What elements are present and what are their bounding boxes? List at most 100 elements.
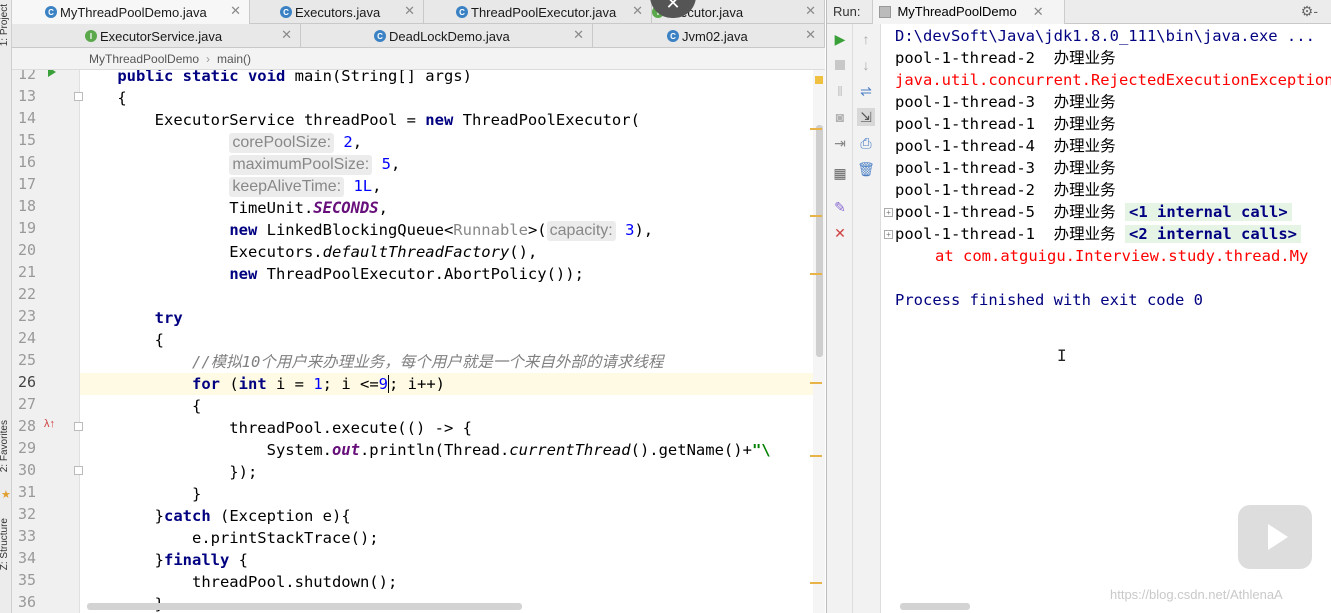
tab-executorservice[interactable]: I ExecutorService.java ✕ — [12, 24, 301, 48]
console-line: pool-1-thread-5 办理业务 <1 internal call> — [895, 201, 1292, 223]
close-icon[interactable]: ✕ — [573, 27, 584, 43]
run-config-name: MyThreadPoolDemo — [897, 4, 1017, 19]
run-header: Run: MyThreadPoolDemo ✕ ⚙- — [827, 0, 1331, 24]
code-line: public static void main(String[] args) — [117, 70, 472, 85]
breadcrumb: MyThreadPoolDemo › main() — [12, 48, 825, 70]
close-icon[interactable]: ✕ — [281, 27, 292, 43]
run-config-tab[interactable]: MyThreadPoolDemo ✕ — [872, 0, 1065, 24]
interface-icon: I — [85, 30, 97, 42]
tab-executors[interactable]: C Executors.java ✕ — [250, 0, 424, 24]
warning-marker[interactable] — [810, 215, 822, 217]
pause-icon[interactable]: ‖ — [831, 82, 849, 100]
editor-vertical-scrollbar[interactable] — [810, 70, 825, 613]
code-comment: //模拟10个用户来办理业务，每个用户就是一个来自外部的请求线程 — [191, 353, 664, 371]
code-line: { — [80, 331, 164, 349]
breadcrumb-method[interactable]: main() — [217, 52, 251, 66]
tab-label: ExecutorService.java — [100, 28, 223, 44]
layout-icon[interactable]: ▦ — [831, 164, 849, 182]
code-line: }finally { — [80, 551, 248, 569]
gear-icon[interactable]: ⚙- — [1301, 3, 1318, 20]
line-number: 18 — [17, 197, 36, 215]
line-number: 19 — [17, 219, 36, 237]
stack-trace-line[interactable]: at com.atguigu.Interview.study.thread.My — [935, 245, 1308, 267]
login-icon[interactable]: ⇥ — [831, 134, 849, 152]
play-icon[interactable] — [1238, 505, 1312, 569]
param-hint: capacity: — [546, 221, 616, 241]
camera-icon[interactable]: ◙ — [831, 108, 849, 126]
close-icon[interactable]: ✕ — [831, 224, 849, 242]
line-number: 22 — [17, 285, 36, 303]
left-tool-strip: 1: Project 2: Favorites ★ Z: Structure — [0, 0, 12, 613]
code-line: } — [80, 485, 202, 503]
close-icon[interactable]: ✕ — [230, 3, 241, 19]
console-horizontal-scrollbar[interactable] — [900, 603, 970, 610]
rerun-icon[interactable]: ▶ — [831, 30, 849, 48]
print-icon[interactable]: ⎙ — [857, 134, 875, 152]
text-cursor-icon: I — [1057, 346, 1067, 365]
breadcrumb-class[interactable]: MyThreadPoolDemo — [89, 52, 199, 66]
warning-marker[interactable] — [810, 582, 822, 584]
pin-icon[interactable]: ✎ — [831, 198, 849, 216]
tab-deadlockdemo[interactable]: C DeadLockDemo.java ✕ — [301, 24, 593, 48]
code-line: threadPool.shutdown(); — [80, 573, 398, 591]
code-line: TimeUnit.SECONDS, — [80, 199, 388, 217]
line-number: 15 — [17, 131, 36, 149]
close-icon[interactable]: ✕ — [1033, 4, 1044, 20]
editor-horizontal-scrollbar[interactable] — [87, 603, 522, 610]
console-line: pool-1-thread-1 办理业务 — [895, 115, 1116, 133]
editor-gutter: 12 13 14 15 16 17 18 19 20 21 22 23 24 2… — [12, 70, 83, 613]
code-line: keepAliveTime: 1L, — [80, 175, 813, 197]
code-line-current: for (int i = 1; i <=9; i++) — [80, 373, 813, 395]
param-hint: keepAliveTime: — [229, 177, 345, 197]
trash-icon[interactable]: 🗑 — [857, 160, 875, 178]
analysis-status-icon — [815, 76, 823, 84]
tab-jvm02[interactable]: C Jvm02.java ✕ — [593, 24, 825, 48]
favorites-star-icon: ★ — [1, 489, 11, 501]
line-number: 17 — [17, 175, 36, 193]
console-line: pool-1-thread-1 办理业务 <2 internal calls> — [895, 223, 1301, 245]
tab-label: Executors.java — [295, 4, 381, 20]
code-area[interactable]: public static void main(String[] args) {… — [80, 70, 813, 613]
scroll-to-end-icon[interactable]: ⇲ — [857, 108, 875, 126]
arrow-down-icon[interactable]: ↓ — [857, 56, 875, 74]
line-number: 29 — [17, 439, 36, 457]
run-toolbar-primary: ▶ ‖ ◙ ⇥ ▦ ✎ ✕ — [827, 24, 853, 613]
close-icon[interactable]: ✕ — [805, 3, 816, 19]
expand-icon[interactable]: + — [884, 230, 893, 239]
soft-wrap-icon[interactable]: ⇌ — [857, 82, 875, 100]
warning-marker[interactable] — [810, 128, 822, 130]
console-error-line[interactable]: java.util.concurrent.RejectedExecutionEx… — [895, 69, 1331, 91]
scrollbar-thumb[interactable] — [816, 125, 823, 357]
chevron-right-icon: › — [206, 51, 211, 66]
tab-threadpoolexecutor[interactable]: C ThreadPoolExecutor.java ✕ — [424, 0, 652, 24]
run-label: Run: — [833, 4, 861, 19]
code-line: { — [80, 397, 202, 415]
expand-icon[interactable]: + — [884, 208, 893, 217]
close-icon[interactable]: ✕ — [404, 3, 415, 19]
line-number: 12 — [17, 70, 36, 83]
close-icon[interactable]: ✕ — [632, 3, 643, 19]
code-line: new LinkedBlockingQueue<Runnable>(capaci… — [229, 221, 654, 241]
code-line: new ThreadPoolExecutor.AbortPolicy()); — [229, 265, 584, 283]
stop-icon[interactable] — [831, 56, 849, 74]
line-number: 30 — [17, 461, 36, 479]
folded-frames[interactable]: <1 internal call> — [1125, 203, 1292, 221]
arrow-up-icon[interactable]: ↑ — [857, 30, 875, 48]
run-gutter-icon[interactable] — [48, 70, 56, 77]
code-editor[interactable]: 12 13 14 15 16 17 18 19 20 21 22 23 24 2… — [12, 70, 825, 613]
folded-frames[interactable]: <2 internal calls> — [1125, 225, 1301, 243]
line-number: 13 — [17, 87, 36, 105]
warning-marker[interactable] — [810, 273, 822, 275]
code-line: }catch (Exception e){ — [80, 507, 351, 525]
warning-marker[interactable] — [810, 455, 822, 457]
line-number: 35 — [17, 571, 36, 589]
warning-marker[interactable] — [810, 382, 822, 384]
tab-mythreadpooldemo[interactable]: C MyThreadPoolDemo.java ✕ — [12, 0, 250, 24]
line-number-current: 26 — [17, 373, 36, 391]
close-icon[interactable]: ✕ — [805, 27, 816, 43]
line-number: 25 — [17, 351, 36, 369]
console-line: pool-1-thread-3 办理业务 — [895, 159, 1116, 177]
line-number: 34 — [17, 549, 36, 567]
editor-tab-row-2: I ExecutorService.java ✕ C DeadLockDemo.… — [12, 24, 825, 48]
